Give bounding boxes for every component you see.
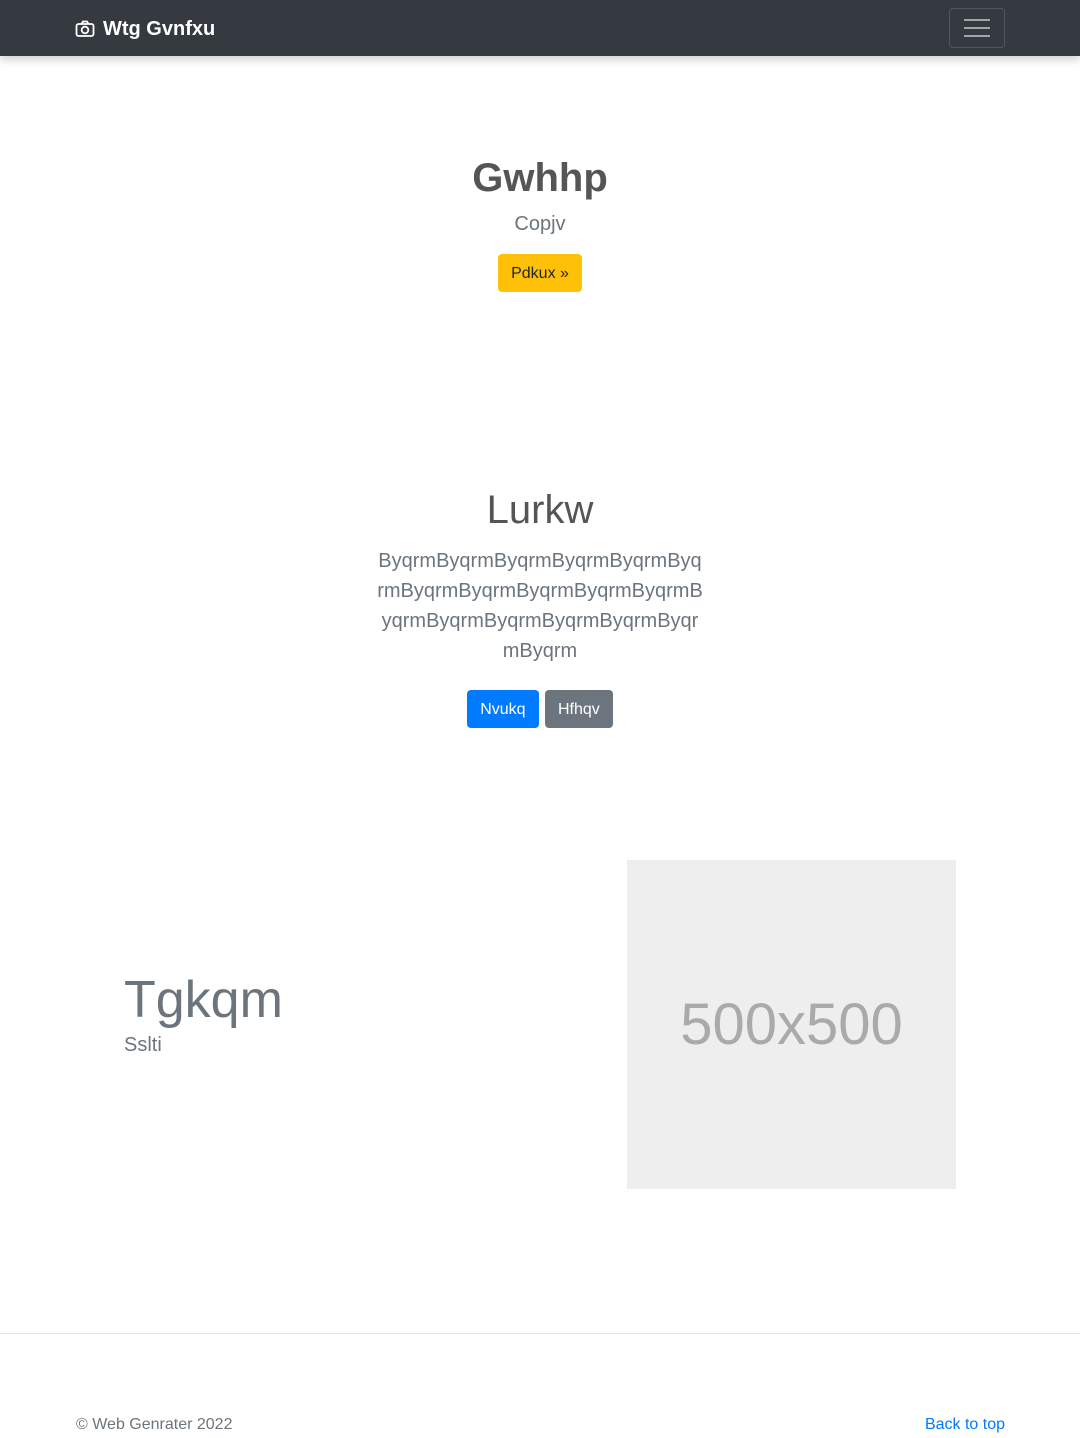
intro-section: Lurkw ByqrmByqrmByqrmByqrmByqrmByqrmByqr… (0, 482, 1080, 728)
hero-button[interactable]: Pdkux » (498, 254, 582, 292)
camera-icon (75, 20, 95, 37)
feature-subtitle: Sslti (124, 1034, 162, 1056)
intro-text: ByqrmByqrmByqrmByqrmByqrmByqrmByqrmByqrm… (377, 550, 703, 662)
footer-copyright: © Web Genrater 2022 (76, 1416, 233, 1433)
primary-button[interactable]: Nvukq (467, 690, 539, 728)
navbar-toggle-button[interactable] (949, 8, 1005, 48)
navbar: Wtg Gvnfxu (0, 0, 1080, 56)
feature-text: Tgkqm Sslti (124, 968, 283, 1058)
brand-text: Wtg Gvnfxu (103, 17, 216, 40)
hero-section: Gwhhp Copjv Pdkux » (0, 150, 1080, 292)
hero-subtitle: Copjv (514, 213, 566, 235)
placeholder-label: 500x500 (680, 992, 903, 1057)
footer-divider (0, 1333, 1080, 1334)
placeholder-image: 500x500 (627, 860, 956, 1189)
hero-title: Gwhhp (472, 156, 608, 200)
intro-title: Lurkw (486, 488, 594, 532)
secondary-button[interactable]: Hfhqv (545, 690, 613, 728)
back-to-top-link[interactable]: Back to top (925, 1416, 1005, 1434)
intro-buttons: Nvukq Hfhqv (0, 690, 1080, 728)
feature-title: Tgkqm (124, 971, 283, 1029)
brand-link[interactable]: Wtg Gvnfxu (75, 16, 215, 42)
hamburger-icon (964, 19, 990, 21)
